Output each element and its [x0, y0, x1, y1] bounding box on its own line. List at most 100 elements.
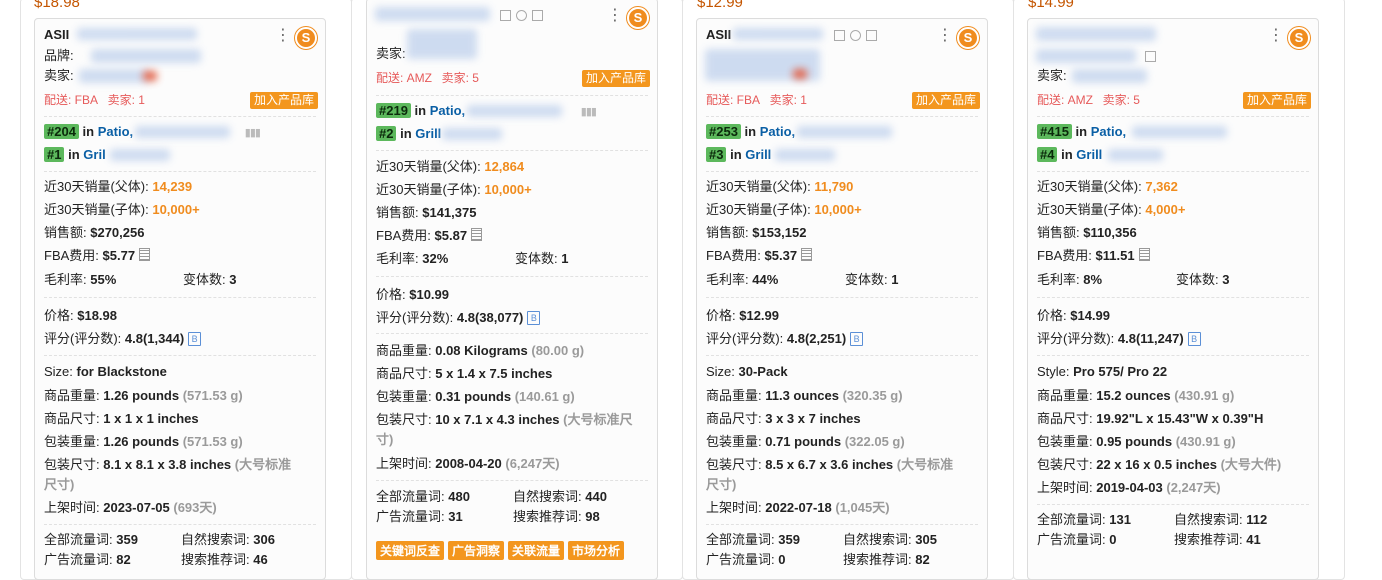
pkg-dim-row-cont: 尺寸): [706, 474, 978, 496]
field-text: 评分(评分数):: [1037, 331, 1118, 346]
field-text: 31: [448, 509, 463, 524]
field-text: 销售额:: [706, 225, 753, 240]
calculator-icon[interactable]: [471, 228, 483, 241]
field-text: 1: [891, 272, 899, 287]
sellersprite-logo-icon[interactable]: S: [1288, 27, 1310, 49]
trend-chart-icon[interactable]: ▮▮▮: [581, 101, 597, 123]
field-text: 变体数:: [515, 251, 562, 266]
rating-row: 评分(评分数): 4.8(1,344) B: [44, 328, 316, 350]
field-text: 上架时间:: [376, 456, 436, 471]
add-to-library-button[interactable]: 加入产品库: [911, 92, 980, 109]
category-link[interactable]: Patio,: [1091, 124, 1126, 139]
rating-row: 评分(评分数): 4.8(2,251) B: [706, 328, 978, 350]
ship-tag: 配送: FBA: [44, 93, 99, 107]
field-text: in: [1061, 147, 1073, 162]
add-to-library-button[interactable]: 加入产品库: [1242, 92, 1311, 109]
field-text: 近30天销量(父体):: [376, 159, 485, 174]
category-link[interactable]: Grill: [415, 126, 441, 141]
external-link-icon[interactable]: [532, 10, 543, 21]
field-text: 尺寸): [44, 477, 75, 492]
category-link[interactable]: Patio,: [98, 124, 133, 139]
revenue-row: 销售额: $110,356: [1037, 222, 1309, 244]
field-text: 自然搜索词:: [1174, 512, 1247, 527]
field-text: 价格:: [376, 287, 410, 302]
add-to-library-button[interactable]: 加入产品库: [581, 70, 650, 87]
more-menu-icon[interactable]: ⋮: [1268, 28, 1284, 44]
pkg-dim-row: 包装尺寸: 22 x 16 x 0.5 inches (大号大件): [1037, 454, 1309, 476]
add-to-library-button[interactable]: 加入产品库: [249, 92, 318, 109]
field-text: 卖家:: [376, 46, 406, 61]
b-badge-icon[interactable]: B: [850, 332, 864, 346]
rank-row-2: #4 in Grill: [1037, 144, 1309, 166]
seller-count-tag: 卖家: 1: [769, 93, 807, 107]
price-row: 价格: $10.99: [376, 284, 648, 306]
field-text: 包装尺寸:: [376, 412, 436, 427]
field-text: (大号标准尺: [563, 412, 633, 427]
field-text: 112: [1246, 512, 1268, 527]
field-text: 包装重量:: [706, 434, 766, 449]
field-text: Size:: [706, 364, 739, 379]
sellersprite-logo-icon[interactable]: S: [627, 7, 649, 29]
copy-icon[interactable]: [834, 30, 845, 41]
field-text: (571.53 g): [182, 434, 243, 449]
field-text: 近30天销量(父体):: [706, 179, 815, 194]
field-text: 11.3 ounces: [765, 388, 839, 403]
price-row: 价格: $12.99: [706, 305, 978, 327]
redacted: [1072, 69, 1147, 83]
keyword-reverse-button[interactable]: 关键词反查: [376, 541, 445, 560]
field-text: $10.99: [409, 287, 449, 302]
calculator-icon[interactable]: [801, 248, 813, 261]
field-text: 近30天销量(父体):: [1037, 179, 1146, 194]
pkg-dim-row-cont: 尺寸): [44, 474, 316, 496]
market-analysis-button[interactable]: 市场分析: [568, 541, 625, 560]
location-icon[interactable]: [850, 30, 861, 41]
rank-row-2: #1 in Gril: [44, 144, 316, 166]
category-link[interactable]: Patio,: [430, 103, 465, 118]
redacted: [793, 69, 807, 79]
field-text: 毛利率:: [44, 272, 91, 287]
location-icon[interactable]: [516, 10, 527, 21]
category-link[interactable]: Grill: [1076, 147, 1102, 162]
more-menu-icon[interactable]: ⋮: [607, 8, 623, 24]
field-text: 12,864: [484, 159, 525, 174]
category-link[interactable]: Gril: [83, 147, 105, 162]
field-text: 98: [585, 509, 600, 524]
field-text: 评分(评分数):: [706, 331, 787, 346]
redacted: [1132, 126, 1227, 138]
field-text: 近30天销量(子体):: [1037, 202, 1146, 217]
sales-child-row: 近30天销量(子体): 10,000+: [706, 199, 978, 221]
ship-tag: 配送: AMZ: [1037, 93, 1093, 107]
field-text: Pro 575/ Pro 22: [1073, 364, 1168, 379]
field-text: 近30天销量(父体):: [44, 179, 153, 194]
top-price: $14.99: [1028, 0, 1074, 11]
b-badge-icon[interactable]: B: [1187, 332, 1201, 346]
related-traffic-button[interactable]: 关联流量: [508, 541, 565, 560]
b-badge-icon[interactable]: B: [188, 332, 202, 346]
category-link[interactable]: Patio,: [760, 124, 795, 139]
trend-chart-icon[interactable]: ▮▮▮: [245, 122, 261, 144]
calculator-icon[interactable]: [1138, 248, 1150, 261]
copy-icon[interactable]: [1145, 51, 1156, 62]
field-text: 包装尺寸:: [706, 457, 766, 472]
ad-insight-button[interactable]: 广告洞察: [448, 541, 505, 560]
field-text: 4.8(2,251): [786, 331, 847, 346]
field-text: #2: [376, 126, 397, 141]
field-text: 1 x 1 x 1 inches: [103, 411, 199, 426]
field-text: 1.26 pounds: [103, 388, 180, 403]
listed-row: 上架时间: 2022-07-18 (1,045天): [706, 497, 978, 519]
field-text: 上架时间:: [706, 500, 766, 515]
b-badge-icon[interactable]: B: [527, 311, 541, 325]
redacted: [77, 28, 197, 40]
category-link[interactable]: Grill: [745, 147, 771, 162]
field-text: (320.35 g): [842, 388, 903, 403]
field-text: 8.1 x 8.1 x 3.8 inches: [103, 457, 232, 472]
copy-icon[interactable]: [500, 10, 511, 21]
calculator-icon[interactable]: [139, 248, 151, 261]
redacted: [775, 149, 835, 161]
field-text: $5.87: [434, 228, 468, 243]
rank-row-2: #3 in Grill: [706, 144, 978, 166]
top-price: $12.99: [697, 0, 743, 11]
field-text: (6,247天): [505, 456, 560, 471]
field-text: 评分(评分数):: [44, 331, 125, 346]
external-link-icon[interactable]: [866, 30, 877, 41]
